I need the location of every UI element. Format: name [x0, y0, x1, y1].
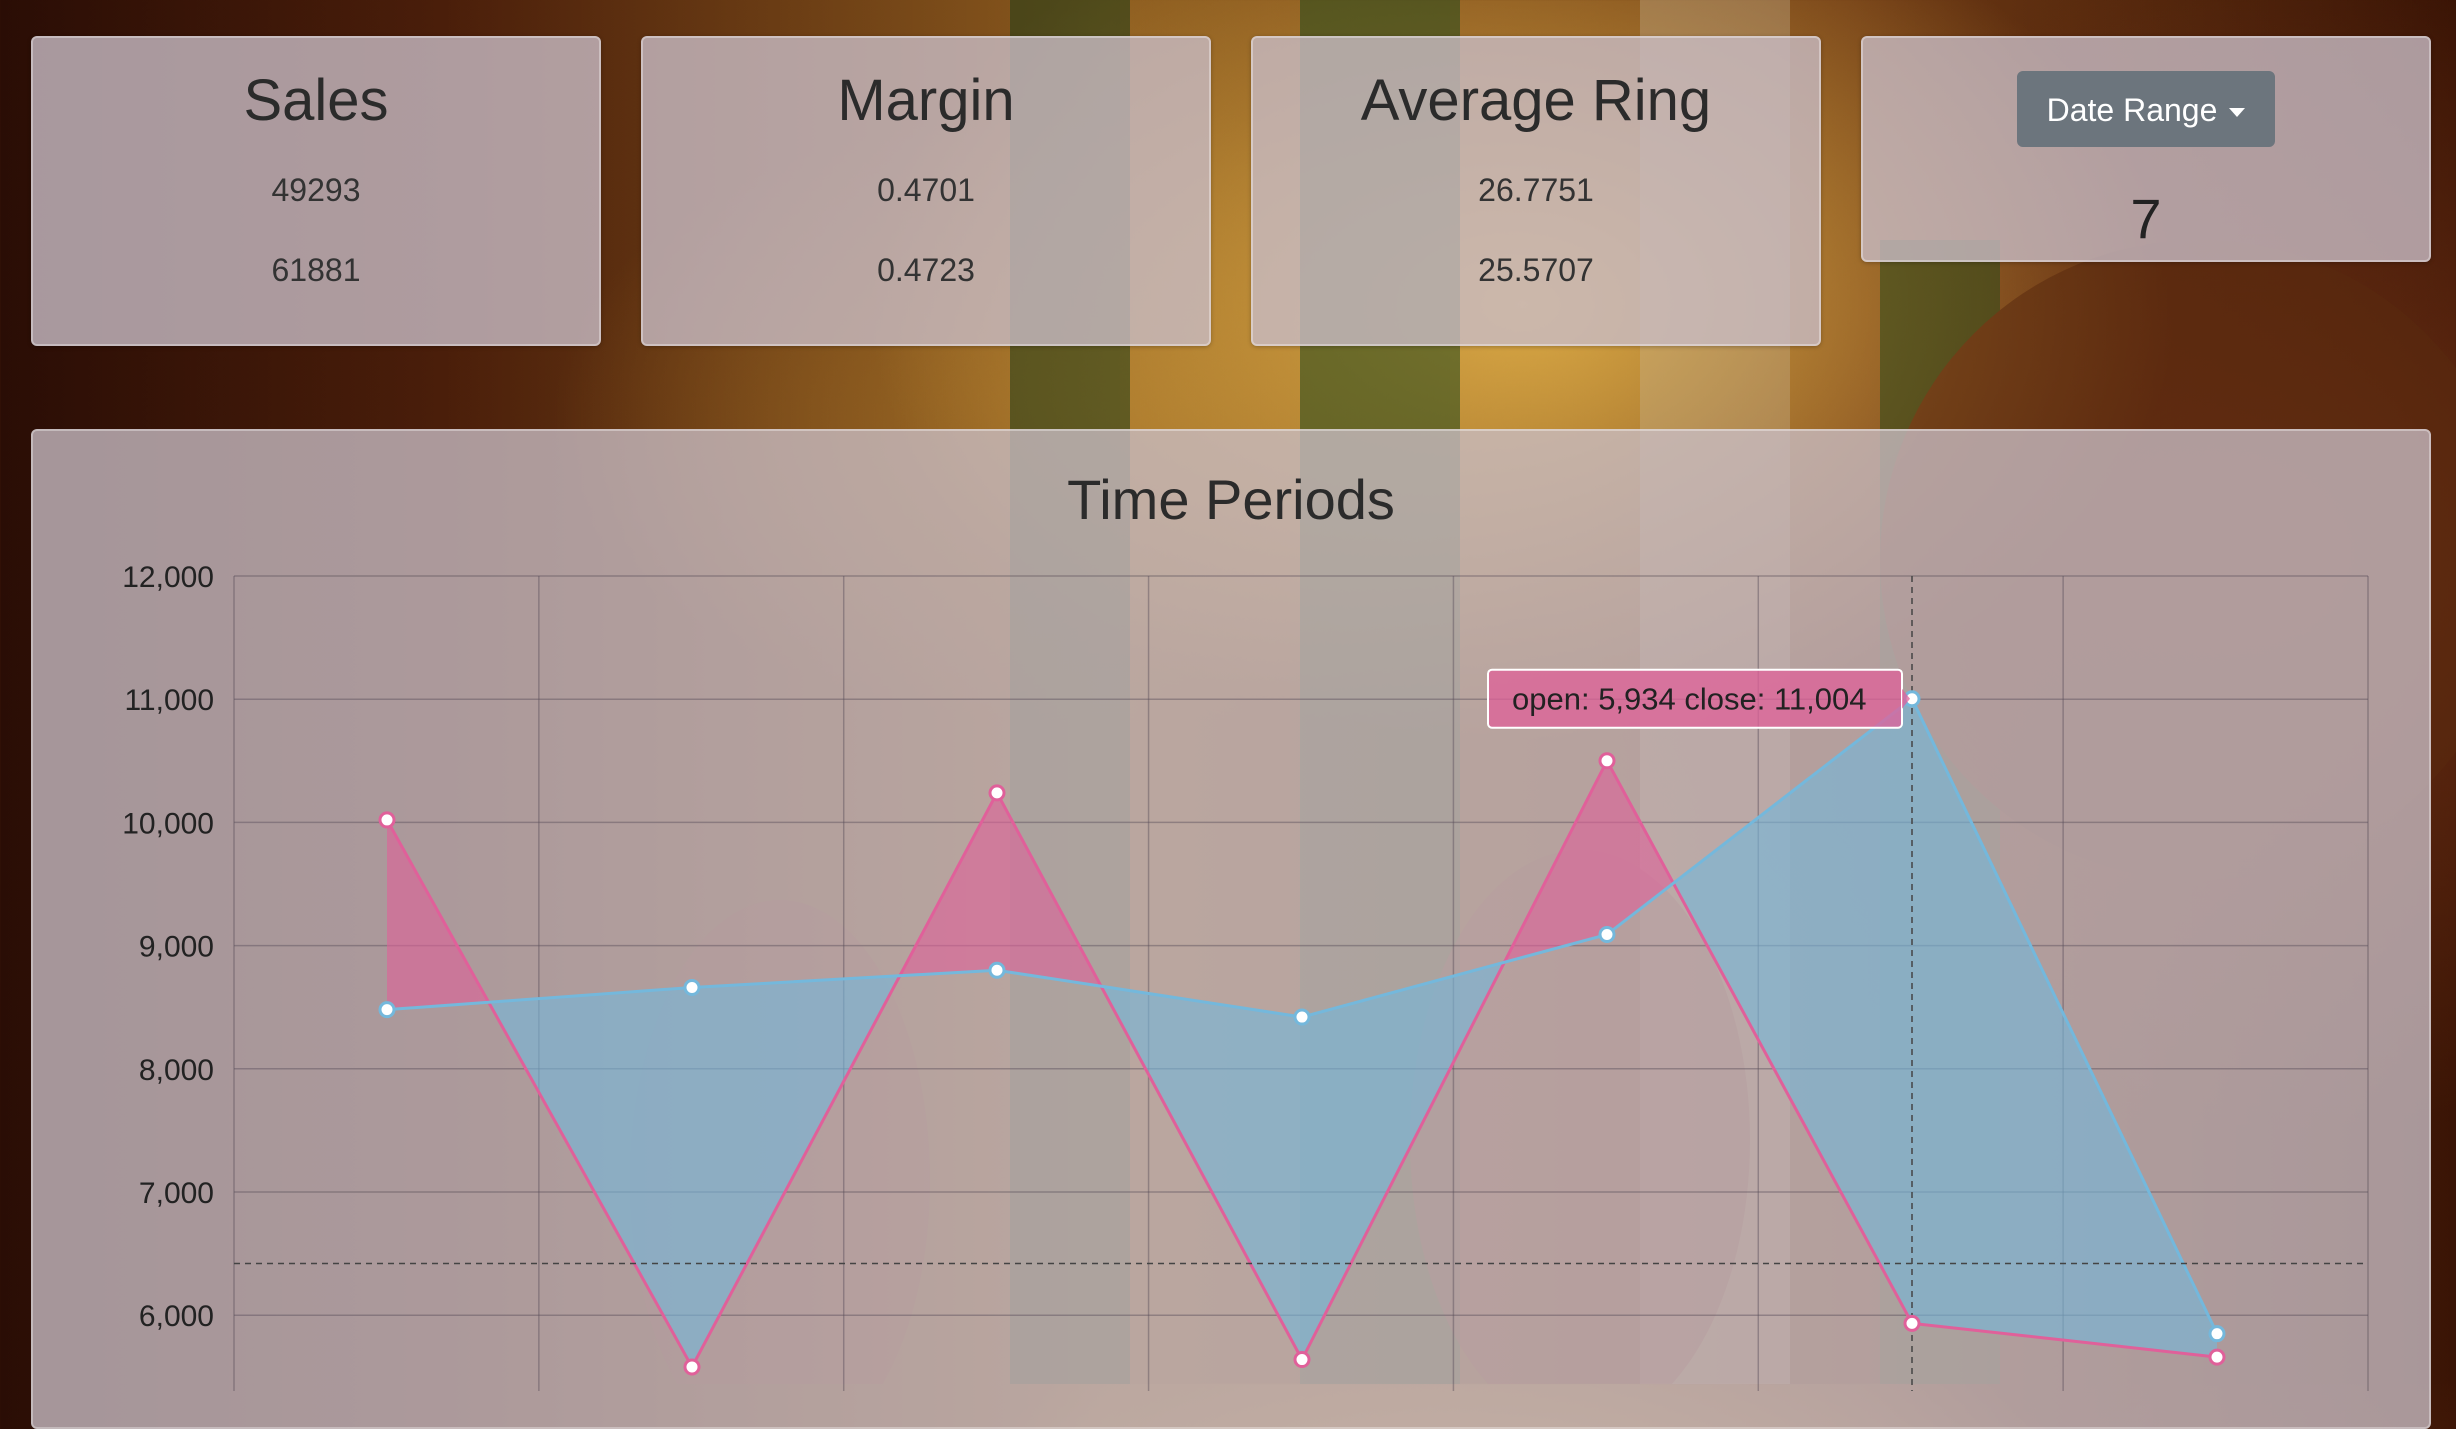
- time-periods-chart[interactable]: 6,000 7,000 8,000 9,000 10,000 11,000 12,000 op…: [33, 431, 2433, 1391]
- date-range-value: 7: [2130, 187, 2162, 250]
- y-tick-label: 7,000: [139, 1177, 214, 1210]
- kpi-value-current: 0.4701: [877, 172, 975, 208]
- y-tick-label: 9,000: [139, 931, 214, 964]
- kpi-title: Sales: [243, 68, 389, 133]
- caret-down-icon: [2229, 108, 2246, 118]
- kpi-card-margin: Margin 0.4701 0.4723: [641, 36, 1211, 346]
- date-range-dropdown-button[interactable]: Date Range: [2017, 71, 2275, 147]
- kpi-card-sales: Sales 49293 61881: [31, 36, 601, 346]
- data-point-open: [988, 784, 1006, 802]
- data-point-close: [378, 1001, 396, 1019]
- kpi-value-current: 26.7751: [1478, 172, 1594, 208]
- date-range-label: Date Range: [2046, 92, 2218, 128]
- chart-panel: Time Periods 6,000 7,000 8,000 9,000 10,000 1…: [31, 429, 2431, 1429]
- kpi-title: Average Ring: [1360, 68, 1712, 133]
- kpi-value-previous: 0.4723: [877, 252, 975, 288]
- data-point-open: [1598, 752, 1616, 770]
- data-point-open: [683, 1358, 701, 1376]
- kpi-title: Margin: [837, 68, 1015, 133]
- data-point-close: [1598, 926, 1616, 944]
- y-tick-label: 6,000: [139, 1300, 214, 1333]
- kpi-value-previous: 61881: [271, 252, 361, 288]
- data-point-open: [2208, 1348, 2226, 1366]
- kpi-value-previous: 25.5707: [1478, 252, 1594, 288]
- y-tick-label: 12,000: [122, 561, 214, 594]
- y-tick-label: 11,000: [124, 684, 214, 717]
- date-range-card: Date Range 7: [1861, 36, 2431, 262]
- kpi-card-average-ring: Average Ring 26.7751 25.5707: [1251, 36, 1821, 346]
- data-point-close: [683, 978, 701, 996]
- data-point-open: [378, 811, 396, 829]
- kpi-value-current: 49293: [271, 172, 361, 208]
- y-tick-label: 10,000: [122, 807, 214, 840]
- data-point-close: [1293, 1008, 1311, 1026]
- data-point-close: [2208, 1325, 2226, 1343]
- area-fill: [1912, 698, 2217, 1358]
- data-point-open: [1903, 1314, 1921, 1332]
- tooltip-text: open: 5,934 close: 11,004: [1512, 682, 1867, 717]
- y-tick-label: 8,000: [139, 1054, 214, 1087]
- data-point-open: [1293, 1351, 1311, 1369]
- data-point-close: [988, 961, 1006, 979]
